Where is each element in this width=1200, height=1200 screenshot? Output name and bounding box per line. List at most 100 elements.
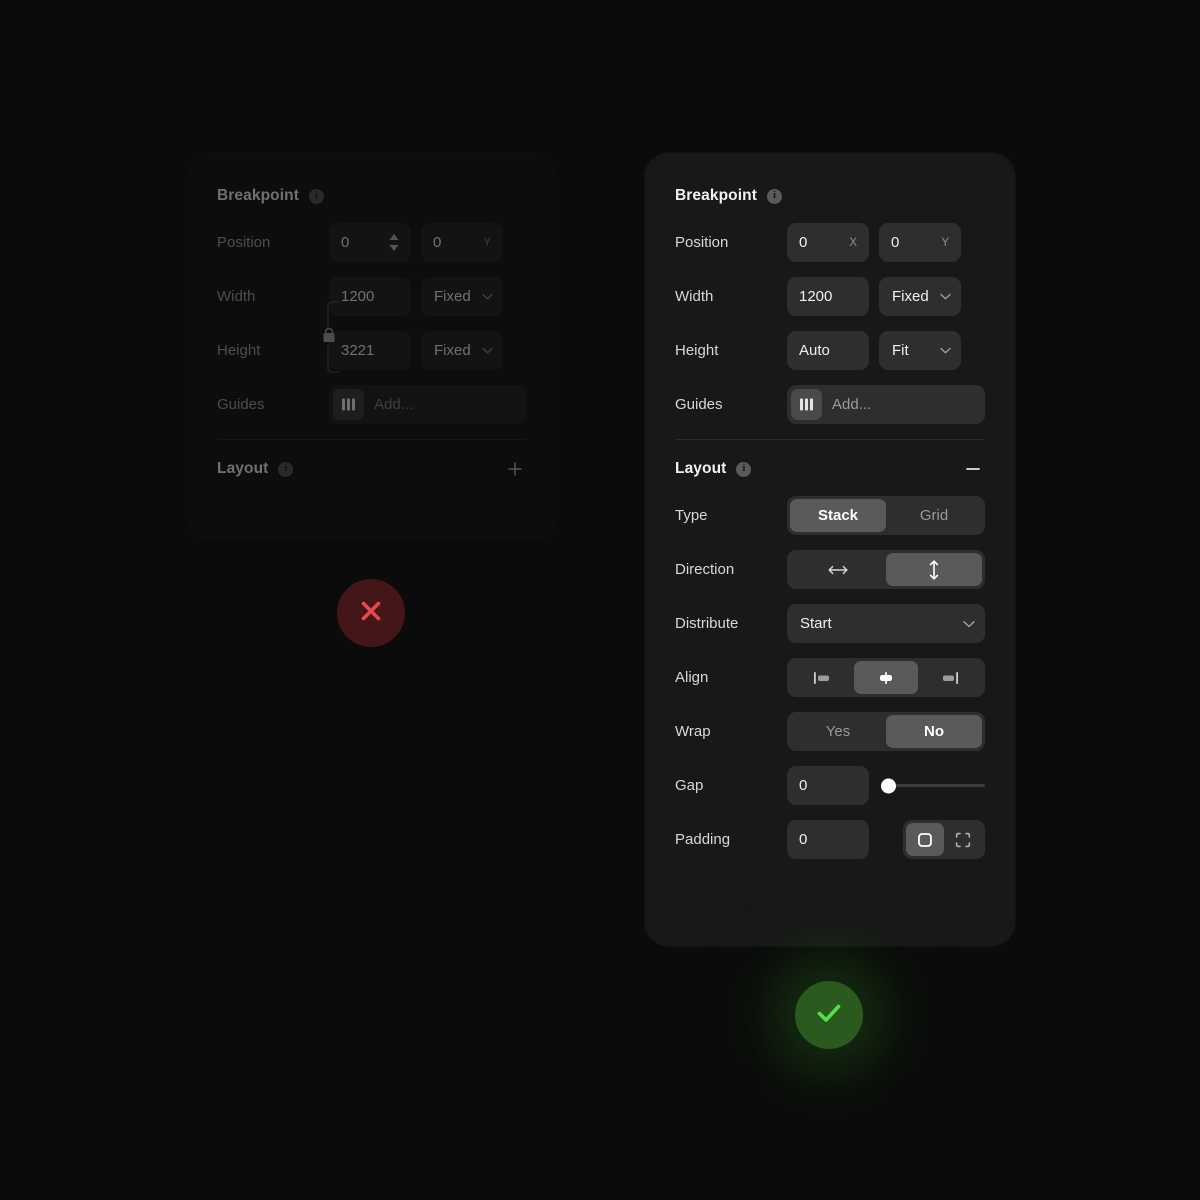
- position-x-value: 0: [799, 234, 808, 251]
- height-mode-select[interactable]: Fixed: [421, 331, 503, 370]
- chevron-down-icon: [963, 620, 975, 627]
- info-icon[interactable]: i: [766, 188, 782, 204]
- breakpoint-title: Breakpoint: [217, 187, 299, 204]
- section-divider: [217, 439, 527, 440]
- wrap-label: Wrap: [675, 723, 711, 740]
- height-input[interactable]: Auto: [787, 331, 869, 370]
- align-segmented-control: [787, 658, 985, 697]
- wrap-option-yes[interactable]: Yes: [790, 715, 886, 748]
- width-mode-select[interactable]: Fixed: [879, 277, 961, 316]
- align-center-icon[interactable]: [854, 661, 918, 694]
- close-x-icon: [356, 596, 386, 631]
- guides-label: Guides: [675, 396, 723, 413]
- gap-slider[interactable]: [879, 766, 985, 805]
- height-row: Height 3221 Fixed: [217, 331, 527, 370]
- height-label: Height: [217, 342, 261, 359]
- position-x-input[interactable]: 0 X: [787, 223, 869, 262]
- type-option-stack[interactable]: Stack: [790, 499, 886, 532]
- wrap-segmented-control: Yes No: [787, 712, 985, 751]
- type-row: Type Stack Grid: [675, 496, 985, 535]
- align-row: Align: [675, 658, 985, 697]
- type-option-grid[interactable]: Grid: [886, 499, 982, 532]
- breakpoint-section-header: Breakpoint i: [217, 183, 527, 209]
- breakpoint-panel-before: Breakpoint i Position 0 0 Y Width 1200 F…: [187, 153, 557, 540]
- guides-row: Guides Add...: [675, 385, 985, 424]
- width-input[interactable]: 1200: [787, 277, 869, 316]
- gap-row: Gap 0: [675, 766, 985, 805]
- vertical-arrow-icon[interactable]: [886, 553, 982, 586]
- width-row: Width 1200 Fixed: [217, 277, 527, 316]
- guides-columns-icon[interactable]: [791, 389, 822, 420]
- direction-segmented-control: [787, 550, 985, 589]
- align-start-icon[interactable]: [790, 661, 854, 694]
- section-divider: [675, 439, 985, 440]
- height-mode-select[interactable]: Fit: [879, 331, 961, 370]
- status-badge-reject: [337, 579, 405, 647]
- layout-section-header: Layout i: [217, 456, 527, 482]
- layout-section-header: Layout i: [675, 456, 985, 482]
- check-mark-icon: [812, 996, 846, 1035]
- gap-input[interactable]: 0: [787, 766, 869, 805]
- padding-individual-icon[interactable]: [944, 823, 982, 856]
- direction-row: Direction: [675, 550, 985, 589]
- status-badge-accept: [795, 981, 863, 1049]
- align-label: Align: [675, 669, 709, 686]
- distribute-select[interactable]: Start: [787, 604, 985, 643]
- position-y-value: 0: [891, 234, 900, 251]
- distribute-label: Distribute: [675, 615, 739, 632]
- height-input[interactable]: 3221: [329, 331, 411, 370]
- gap-label: Gap: [675, 777, 704, 794]
- height-mode-value: Fit: [892, 342, 909, 359]
- info-icon[interactable]: i: [278, 461, 294, 477]
- height-label: Height: [675, 342, 719, 359]
- breakpoint-section-header: Breakpoint i: [675, 183, 985, 209]
- chevron-down-icon: [482, 293, 493, 300]
- gap-value: 0: [799, 777, 808, 794]
- position-y-suffix: Y: [941, 236, 949, 249]
- guides-placeholder: Add...: [832, 396, 872, 413]
- position-row: Position 0 0 Y: [217, 223, 527, 262]
- position-y-input[interactable]: 0 Y: [879, 223, 961, 262]
- guides-row: Guides Add...: [217, 385, 527, 424]
- position-x-input[interactable]: 0: [329, 223, 411, 262]
- chevron-down-icon: [940, 293, 951, 300]
- padding-uniform-icon[interactable]: [906, 823, 944, 856]
- width-label: Width: [675, 288, 714, 305]
- position-y-input[interactable]: 0 Y: [421, 223, 503, 262]
- guides-field[interactable]: Add...: [787, 385, 985, 424]
- lock-open-icon[interactable]: [318, 300, 340, 374]
- align-end-icon[interactable]: [918, 661, 982, 694]
- width-value: 1200: [341, 288, 375, 305]
- layout-title: Layout: [675, 460, 727, 477]
- type-segmented-control: Stack Grid: [787, 496, 985, 535]
- padding-mode-toggle: [903, 820, 985, 859]
- distribute-row: Distribute Start: [675, 604, 985, 643]
- padding-label: Padding: [675, 831, 731, 848]
- guides-columns-icon[interactable]: [333, 389, 364, 420]
- padding-input[interactable]: 0: [787, 820, 869, 859]
- guides-placeholder: Add...: [374, 396, 414, 413]
- info-icon[interactable]: i: [736, 461, 752, 477]
- chevron-down-icon: [940, 347, 951, 354]
- width-input[interactable]: 1200: [329, 277, 411, 316]
- width-value: 1200: [799, 288, 833, 305]
- padding-row: Padding 0: [675, 820, 985, 859]
- position-x-value: 0: [341, 234, 350, 251]
- guides-field[interactable]: Add...: [329, 385, 527, 424]
- canvas: Breakpoint i Position 0 0 Y Width 1200 F…: [0, 0, 1200, 1200]
- position-label: Position: [217, 234, 271, 251]
- gap-slider-thumb[interactable]: [881, 778, 896, 793]
- wrap-row: Wrap Yes No: [675, 712, 985, 751]
- height-mode-value: Fixed: [434, 342, 471, 359]
- position-label: Position: [675, 234, 729, 251]
- stepper-arrows-icon[interactable]: [389, 234, 399, 251]
- wrap-option-no[interactable]: No: [886, 715, 982, 748]
- width-mode-select[interactable]: Fixed: [421, 277, 503, 316]
- layout-title: Layout: [217, 460, 269, 477]
- position-row: Position 0 X 0 Y: [675, 223, 985, 262]
- width-mode-value: Fixed: [892, 288, 929, 305]
- info-icon[interactable]: i: [308, 188, 324, 204]
- horizontal-arrow-icon[interactable]: [790, 553, 886, 586]
- plus-icon[interactable]: [503, 457, 527, 481]
- minus-icon[interactable]: [961, 457, 985, 481]
